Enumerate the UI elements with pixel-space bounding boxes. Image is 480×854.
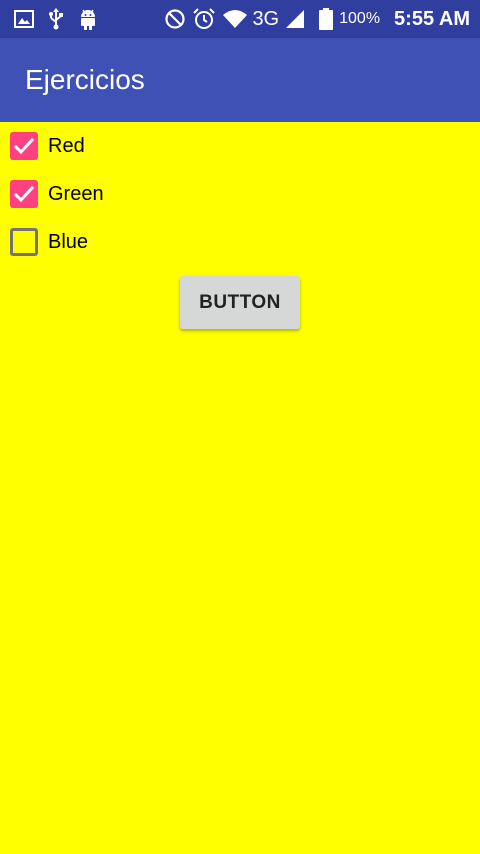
checkbox-green[interactable]: Green	[0, 170, 200, 218]
status-bar: 3G 100% 5:55 AM	[0, 0, 480, 38]
clock: 5:55 AM	[394, 8, 470, 30]
cell-signal-icon	[285, 7, 305, 31]
status-right-icons: 3G 100% 5:55 AM	[164, 7, 470, 31]
checkbox-red[interactable]: Red	[0, 122, 200, 170]
checkbox-checked-icon[interactable]	[10, 132, 38, 160]
network-type: 3G	[252, 8, 280, 30]
checkbox-checked-icon[interactable]	[10, 180, 38, 208]
checkbox-label-green: Green	[48, 182, 104, 205]
battery-percent: 100%	[339, 10, 381, 27]
checkbox-blue[interactable]: Blue	[0, 218, 200, 266]
do-not-disturb-icon	[164, 7, 186, 31]
image-icon	[14, 7, 34, 31]
app-title: Ejercicios	[25, 64, 145, 95]
checkbox-unchecked-icon[interactable]	[10, 228, 38, 256]
android-icon	[78, 7, 98, 31]
content-area: Red Green Blue BUTTON	[0, 122, 480, 854]
wifi-icon	[222, 7, 248, 31]
alarm-icon	[192, 7, 216, 31]
status-left-icons	[14, 7, 98, 31]
action-button[interactable]: BUTTON	[180, 276, 300, 329]
checkbox-label-blue: Blue	[48, 230, 89, 253]
checkbox-label-red: Red	[48, 134, 85, 157]
app-bar: Ejercicios	[0, 38, 480, 122]
battery-icon	[319, 7, 334, 31]
usb-icon	[48, 7, 64, 31]
